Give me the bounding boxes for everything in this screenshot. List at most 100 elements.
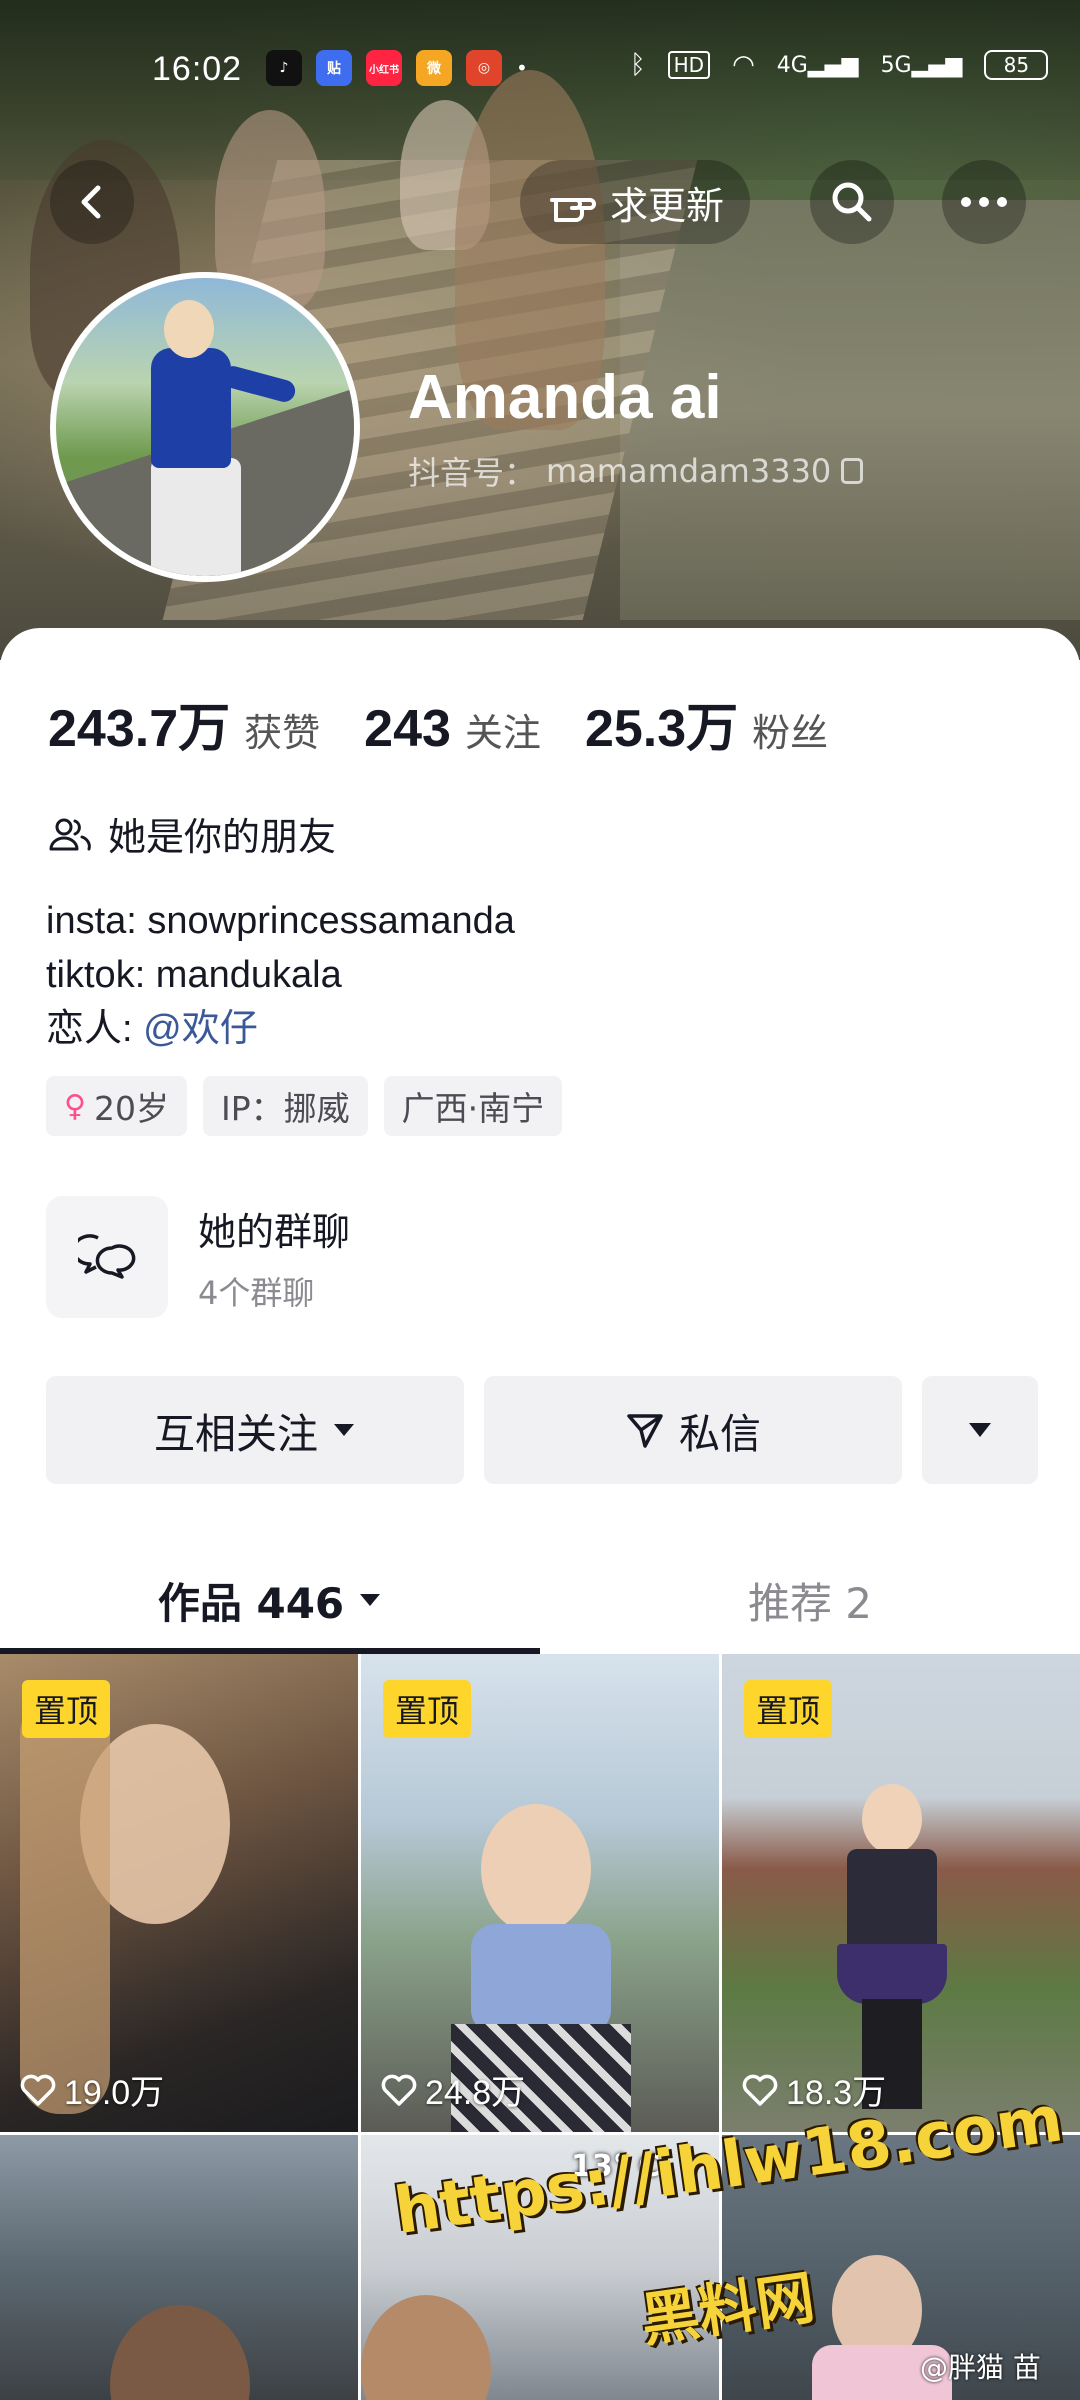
- stat-label: 获赞: [244, 711, 321, 755]
- avatar-body: [151, 348, 231, 468]
- request-update-button[interactable]: 求更新: [520, 160, 750, 244]
- tab-works-label: 作品 446: [157, 1578, 345, 1628]
- heart-icon: [742, 2074, 778, 2106]
- group-chat-text: 她的群聊 4个群聊: [198, 1201, 350, 1314]
- tab-works[interactable]: 作品 446: [0, 1548, 540, 1652]
- thumbnail-face: [862, 1784, 922, 1854]
- pinned-badge: 置顶: [383, 1680, 472, 1738]
- stat-value: 243.7万: [48, 700, 231, 758]
- bluetooth-icon: ᛒ: [630, 50, 646, 80]
- stats-row: 243.7万 获赞 243 关注 25.3万 粉丝: [48, 686, 828, 761]
- age-tag: ♀ 20岁: [46, 1076, 187, 1136]
- pinned-badge: 置顶: [744, 1680, 833, 1738]
- heart-icon: [381, 2074, 417, 2106]
- avatar-legs: [151, 458, 241, 576]
- stat-following[interactable]: 243 关注: [364, 699, 541, 759]
- group-chat-entry[interactable]: 她的群聊 4个群聊: [46, 1196, 350, 1318]
- video-thumbnail[interactable]: 置顶 19.0万: [0, 1654, 358, 2132]
- signal-5g-label: 5G: [880, 52, 912, 78]
- group-chat-title: 她的群聊: [198, 1209, 351, 1254]
- stat-followers[interactable]: 25.3万 粉丝: [585, 686, 828, 761]
- profile-tags: ♀ 20岁 IP：挪威 广西·南宁: [46, 1076, 563, 1136]
- signal-4g-icon: 4G▂▄▆: [776, 52, 859, 78]
- avatar[interactable]: [50, 272, 360, 582]
- chevron-left-icon: [81, 185, 101, 219]
- more-button[interactable]: [942, 160, 1026, 244]
- stat-label: 粉丝: [752, 711, 829, 755]
- thumbnail-shirt: [471, 1924, 611, 2034]
- likes-value: 18.3万: [786, 2074, 887, 2112]
- signal-5g-icon: 5G▂▄▆: [880, 52, 963, 78]
- likes-count: 19.0万: [20, 2065, 164, 2114]
- more-actions-button[interactable]: [922, 1376, 1038, 1484]
- friend-relation-label: 她是你的朋友: [108, 815, 337, 859]
- chat-bubbles-icon: [46, 1196, 168, 1318]
- video-thumbnail[interactable]: 置顶 18.3万: [722, 1654, 1080, 2132]
- message-button[interactable]: 私信: [484, 1376, 902, 1484]
- friend-relation: 她是你的朋友: [48, 806, 336, 861]
- douyin-id-value: mamamdam3330: [546, 452, 832, 490]
- more-icon: [961, 197, 1007, 207]
- thumbnail-face: [361, 2295, 491, 2400]
- search-button[interactable]: [810, 160, 894, 244]
- age-label: 20岁: [93, 1089, 169, 1128]
- stat-label: 关注: [464, 711, 541, 755]
- mutual-follow-button[interactable]: 互相关注: [46, 1376, 464, 1484]
- message-label: 私信: [679, 1410, 761, 1458]
- action-buttons: 互相关注 私信: [46, 1376, 1038, 1484]
- request-update-label: 求更新: [609, 183, 724, 228]
- dot-icon: •: [516, 56, 528, 80]
- thumbnail-face: [481, 1804, 591, 1934]
- caret-down-icon: [360, 1594, 381, 1606]
- caret-down-icon: [969, 1423, 991, 1437]
- female-icon: ♀: [64, 1088, 86, 1124]
- send-icon: [627, 1414, 663, 1448]
- status-bar: 16:02 ♪ 贴 小红书 微 ◎ • ᛒ HD ◠ 4G▂▄▆ 5G▂▄▆ 8…: [0, 40, 1080, 100]
- search-icon: [832, 182, 872, 222]
- profile-screen: 16:02 ♪ 贴 小红书 微 ◎ • ᛒ HD ◠ 4G▂▄▆ 5G▂▄▆ 8…: [0, 0, 1080, 2400]
- partner-mention-link[interactable]: @欢仔: [143, 1008, 258, 1050]
- weibo-icon: 微: [416, 50, 452, 86]
- weibo-credit: @胖猫 苗: [920, 2351, 1041, 2384]
- battery-icon: 85: [984, 50, 1049, 80]
- douyin-id[interactable]: 抖音号： mamamdam3330: [408, 448, 864, 494]
- wifi-icon: ◠: [732, 50, 755, 80]
- likes-value: 24.8万: [425, 2074, 526, 2112]
- mutual-follow-label: 互相关注: [154, 1410, 318, 1458]
- copy-icon[interactable]: [841, 458, 864, 484]
- signal-4g-label: 4G: [776, 52, 808, 78]
- content-tabs: 作品 446 推荐 2: [0, 1548, 1080, 1654]
- tiktok-icon: ♪: [266, 50, 302, 86]
- group-chat-subtitle: 4个群聊: [198, 1273, 315, 1312]
- likes-value: 19.0万: [64, 2074, 165, 2112]
- caret-down-icon: [334, 1424, 354, 1436]
- status-app-icons: ♪ 贴 小红书 微 ◎ •: [266, 50, 528, 86]
- location-tag: 广西·南宁: [383, 1076, 563, 1136]
- bio: insta: snowprincessamanda tiktok: manduk…: [46, 894, 515, 1056]
- bio-partner-prefix: 恋人:: [46, 1008, 144, 1050]
- bio-line: insta: snowprincessamanda: [46, 900, 515, 942]
- thumbnail-skirt: [837, 1944, 947, 2004]
- douyin-id-label: 抖音号：: [408, 454, 537, 492]
- status-right: ᛒ HD ◠ 4G▂▄▆ 5G▂▄▆ 85: [630, 50, 1049, 80]
- likes-count: 18.3万: [742, 2065, 886, 2114]
- video-grid: 置顶 19.0万 置顶 24.8万 置顶 18.3万 13° C: [0, 1654, 1080, 2400]
- video-thumbnail[interactable]: 置顶 24.8万: [361, 1654, 719, 2132]
- ip-tag: IP：挪威: [202, 1076, 368, 1136]
- heart-icon: [20, 2074, 56, 2106]
- likes-count: 24.8万: [381, 2065, 525, 2114]
- thumbnail-hair: [20, 1694, 110, 2114]
- stat-value: 243: [364, 700, 451, 758]
- xiaohongshu-icon: 小红书: [366, 50, 402, 86]
- back-button[interactable]: [50, 160, 134, 244]
- stat-value: 25.3万: [584, 700, 739, 758]
- bio-line: 恋人: @欢仔: [46, 1002, 515, 1056]
- tab-recommend[interactable]: 推荐 2: [540, 1548, 1080, 1652]
- video-thumbnail[interactable]: [0, 2135, 358, 2400]
- friends-icon: [49, 818, 91, 850]
- app-icon: ◎: [466, 50, 502, 86]
- pinned-badge: 置顶: [22, 1680, 111, 1738]
- hd-icon: HD: [667, 51, 711, 79]
- stat-likes[interactable]: 243.7万 获赞: [48, 686, 320, 761]
- avatar-head: [164, 300, 214, 358]
